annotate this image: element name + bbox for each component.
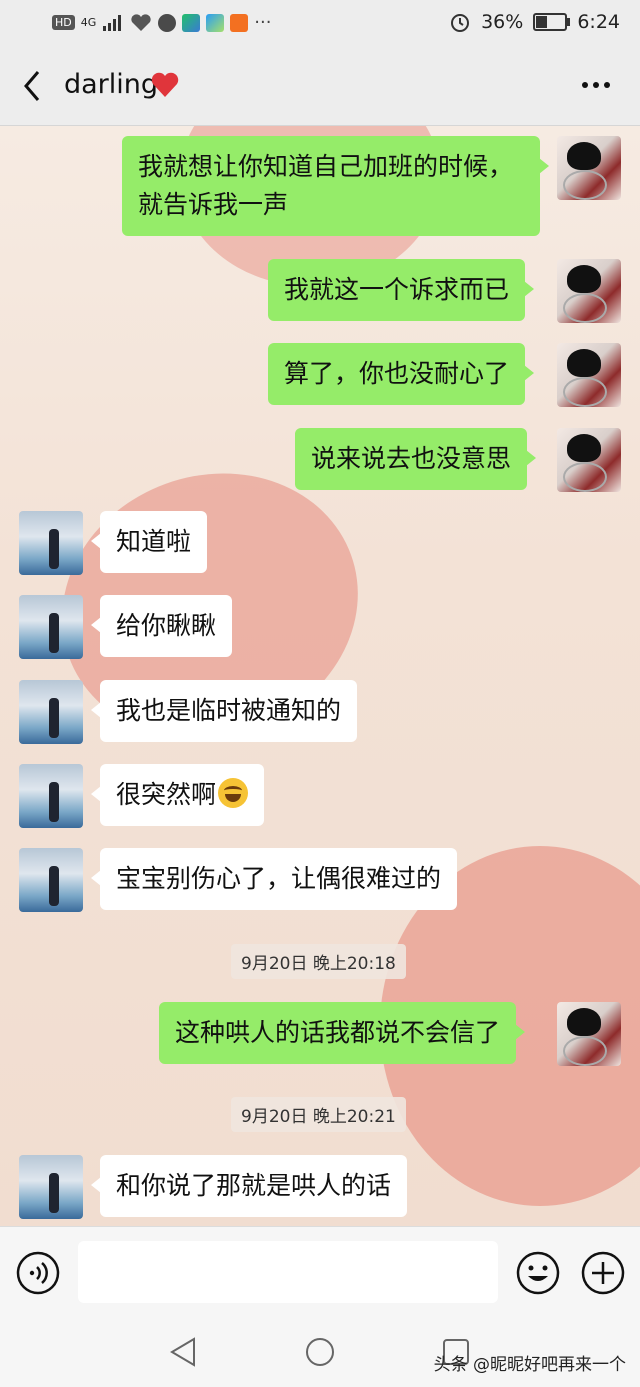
watermark: 头条 @昵昵好吧再来一个 <box>433 1355 626 1375</box>
avatar-contact[interactable] <box>19 595 83 659</box>
more-options-icon[interactable] <box>580 75 612 95</box>
plus-icon[interactable] <box>580 1250 626 1296</box>
battery-icon <box>533 13 571 31</box>
play-app-icon <box>230 13 249 32</box>
message-bubble-received[interactable]: 我也是临时被通知的 <box>90 680 358 742</box>
avatar-contact[interactable] <box>19 764 83 828</box>
timestamp: 9月20日 晚上20:18 <box>231 944 406 979</box>
battery-percent: 36% <box>481 11 524 33</box>
message-bubble-sent[interactable]: 我就这一个诉求而已 <box>268 259 535 321</box>
tears-of-joy-icon <box>218 778 249 808</box>
status-icons-right: 36% 6:24 <box>449 11 620 33</box>
avatar-contact[interactable] <box>19 848 83 912</box>
status-bar: HD 4G ··· 36% 6:24 <box>0 0 640 48</box>
chat-area[interactable]: 我就想让你知道自己加班的时候，就告诉我一声 我就这一个诉求而已 算了，你也没耐心… <box>0 126 640 1226</box>
avatar-self[interactable] <box>557 343 621 407</box>
avatar-self[interactable] <box>557 1002 621 1066</box>
chat-title: darling <box>64 69 159 100</box>
heart-rate-icon <box>131 13 151 31</box>
chat-header: darling <box>0 48 640 126</box>
avatar-self[interactable] <box>557 259 621 323</box>
alarm-icon <box>451 14 470 32</box>
message-bubble-received[interactable]: 宝宝别伤心了，让偶很难过的 <box>90 848 458 910</box>
avatar-self[interactable] <box>557 428 621 492</box>
avatar-self[interactable] <box>557 136 621 200</box>
video-app-icon <box>182 13 201 32</box>
message-bubble-received[interactable]: 和你说了那就是哄人的话 <box>90 1155 408 1217</box>
avatar-contact[interactable] <box>19 680 83 744</box>
status-icons-left: HD 4G ··· <box>52 12 271 33</box>
emoji-icon[interactable] <box>515 1250 561 1296</box>
message-text: 很突然啊 <box>116 780 217 809</box>
back-arrow-icon[interactable] <box>18 68 48 104</box>
message-bubble-received[interactable]: 给你瞅瞅 <box>90 595 233 657</box>
message-bubble-received[interactable]: 很突然啊 <box>90 764 265 826</box>
input-bar <box>0 1226 640 1319</box>
signal-label: 4G <box>80 16 97 29</box>
timestamp: 9月20日 晚上20:21 <box>231 1097 406 1132</box>
message-bubble-sent[interactable]: 这种哄人的话我都说不会信了 <box>159 1002 526 1064</box>
signal-icon <box>103 14 122 31</box>
hd-badge: HD <box>52 15 75 30</box>
system-nav-bar: 头条 @昵昵好吧再来一个 <box>0 1318 640 1387</box>
nav-back-icon[interactable] <box>168 1336 198 1368</box>
message-bubble-received[interactable]: 知道啦 <box>90 511 208 573</box>
message-bubble-sent[interactable]: 算了，你也没耐心了 <box>268 343 535 405</box>
voice-input-icon[interactable] <box>16 1251 60 1295</box>
battery-level <box>536 16 548 28</box>
avatar-contact[interactable] <box>19 1155 83 1219</box>
nav-home-icon[interactable] <box>305 1337 335 1367</box>
send-app-icon <box>206 13 225 32</box>
more-notifications-icon: ··· <box>254 12 272 33</box>
avatar-contact[interactable] <box>19 511 83 575</box>
message-input[interactable] <box>78 1241 498 1303</box>
wechat-icon <box>158 13 177 32</box>
red-heart-icon <box>151 72 179 97</box>
clock: 6:24 <box>577 11 620 33</box>
message-bubble-sent[interactable]: 我就想让你知道自己加班的时候，就告诉我一声 <box>122 136 549 236</box>
message-bubble-sent[interactable]: 说来说去也没意思 <box>295 428 537 490</box>
